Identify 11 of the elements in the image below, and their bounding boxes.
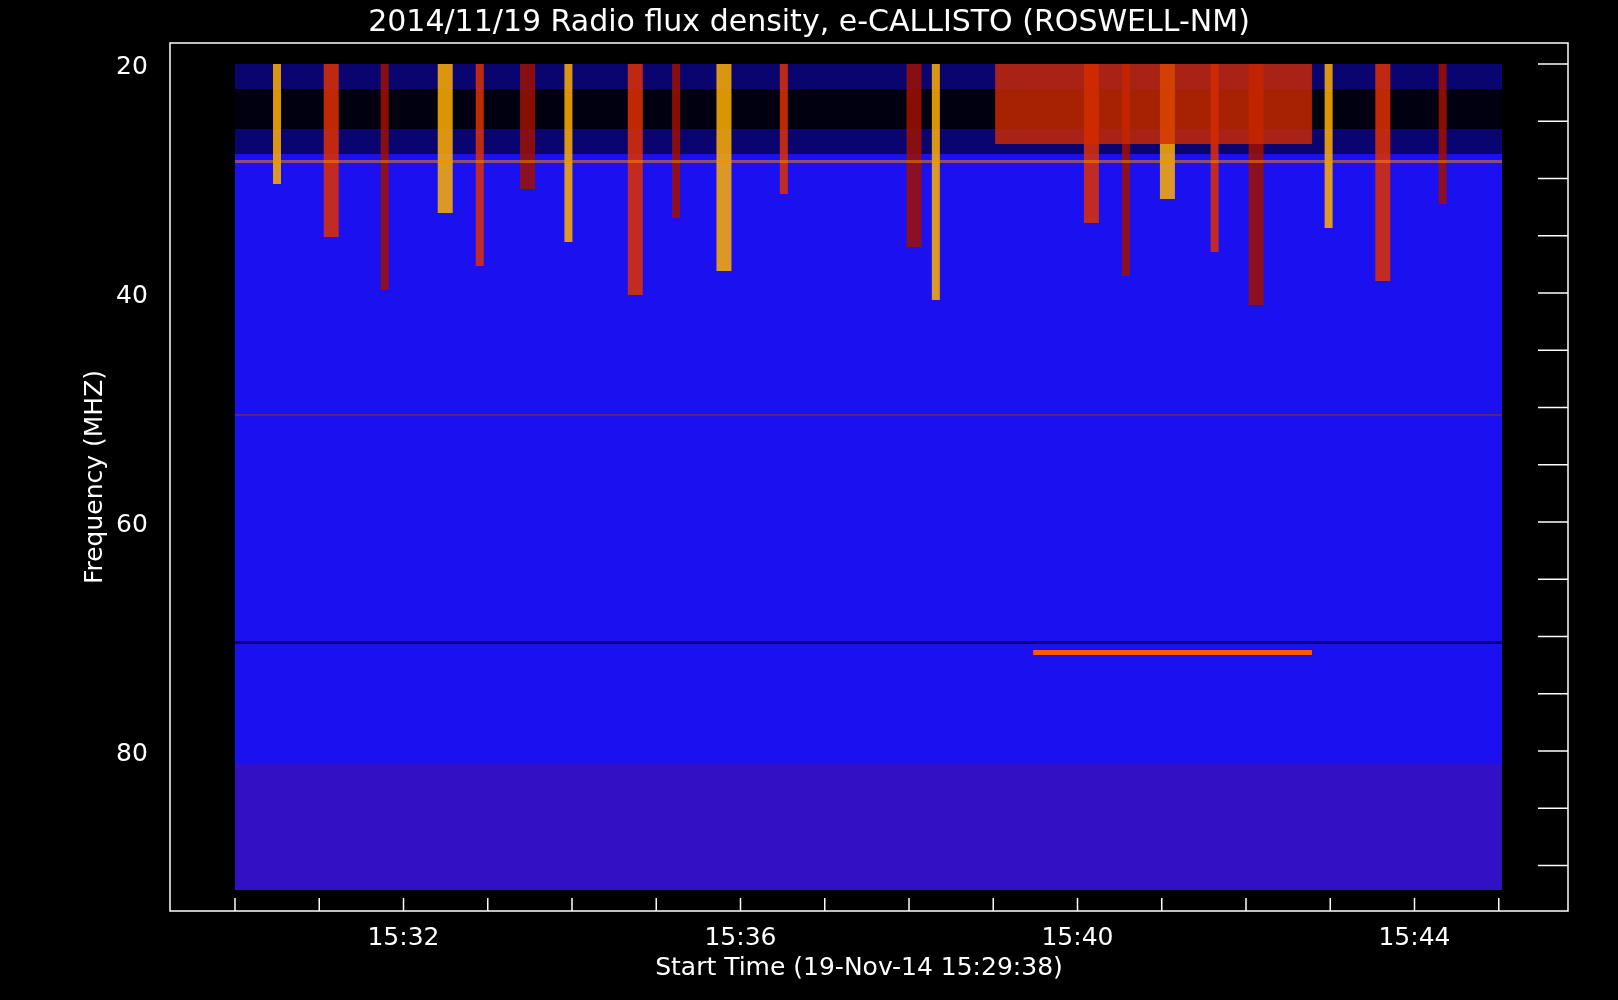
x-tick-label: 15:40 [1041,922,1114,951]
x-tick-label: 15:44 [1378,922,1451,951]
y-tick-label: 40 [116,280,148,309]
chart-title: 2014/11/19 Radio flux density, e-CALLISTO (ROSWELL-NM) [368,3,1250,38]
x-axis-label: Start Time (19-Nov-14 15:29:38) [655,952,1063,981]
y-axis-label: Frequency (MHZ) [79,369,108,585]
x-tick-label: 15:36 [704,922,777,951]
y-tick-label: 60 [116,509,148,538]
y-tick-label: 20 [116,51,148,80]
x-tick-label: 15:32 [367,922,440,951]
y-tick-label: 80 [116,738,148,767]
